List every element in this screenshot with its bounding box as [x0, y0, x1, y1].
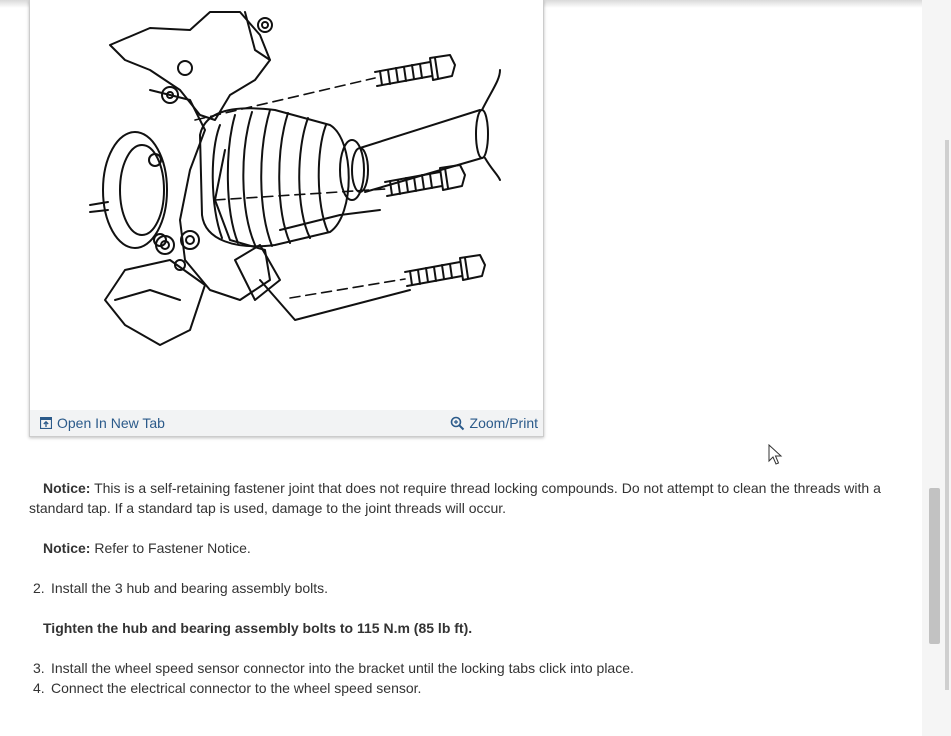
step-number: 2. — [33, 580, 45, 596]
notice-fastener-joint: Notice: This is a self-retaining fastene… — [29, 478, 909, 518]
open-in-new-tab-link[interactable]: Open In New Tab — [40, 415, 165, 431]
mouse-cursor-icon — [768, 444, 783, 465]
zoom-print-link[interactable]: Zoom/Print — [450, 415, 538, 431]
list-item: 3. Install the wheel speed sensor connec… — [29, 658, 909, 678]
hub-bearing-illustration — [89, 11, 501, 346]
step-number: 3. — [33, 660, 45, 676]
tighten-spec: Tighten the hub and bearing assembly bol… — [29, 618, 909, 638]
open-in-new-tab-label: Open In New Tab — [57, 415, 165, 431]
step-text: Connect the electrical connector to the … — [51, 680, 422, 696]
outer-scrollbar[interactable] — [945, 140, 949, 690]
notice-label: Notice: — [43, 480, 91, 496]
tighten-text: Tighten the hub and bearing assembly bol… — [43, 620, 473, 636]
notice-text: Refer to Fastener Notice. — [90, 540, 251, 556]
list-item: 2. Install the 3 hub and bearing assembl… — [29, 578, 909, 598]
figure-panel: Open In New Tab Zoom/Print — [29, 0, 544, 437]
list-item: 4. Connect the electrical connector to t… — [29, 678, 909, 698]
scrollbar-thumb[interactable] — [929, 488, 940, 644]
notice-fastener-reference: Notice: Refer to Fastener Notice. — [29, 538, 909, 558]
zoom-print-label: Zoom/Print — [469, 415, 538, 431]
step-text: Install the 3 hub and bearing assembly b… — [51, 580, 329, 596]
notice-text: This is a self-retaining fastener joint … — [29, 480, 881, 516]
magnifier-icon — [450, 416, 464, 430]
notice-label: Notice: — [43, 540, 91, 556]
figure-toolbar: Open In New Tab Zoom/Print — [30, 410, 543, 436]
new-tab-icon — [40, 417, 52, 429]
step-text: Install the wheel speed sensor connector… — [51, 660, 634, 676]
instructions-content: Notice: This is a self-retaining fastene… — [29, 478, 909, 698]
step-number: 4. — [33, 680, 45, 696]
